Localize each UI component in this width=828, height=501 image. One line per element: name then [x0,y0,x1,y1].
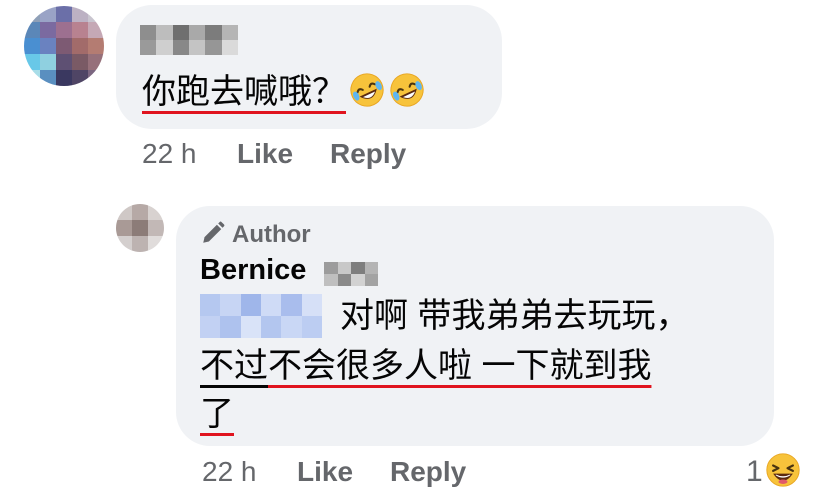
comment-text: 你跑去喊哦？ [142,63,426,121]
pencil-icon [203,221,225,243]
reaction-count: 1 [746,455,763,488]
comment-like-button[interactable]: Like [237,138,293,170]
reply-like-button[interactable]: Like [297,456,353,488]
reply-text-segment-highlighted: 了 [200,395,234,433]
reply-reply-button[interactable]: Reply [390,456,466,488]
author-badge-label: Author [232,221,311,248]
commenter-avatar[interactable] [24,6,104,86]
reply-text-line-3: 了 [200,390,234,438]
reply-text-segment: 不过 [200,347,268,385]
reply-text-segment-highlighted: 不会很多人啦 一下就到我 [268,347,652,385]
reply-text-line-2: 不过不会很多人啦 一下就到我 [200,342,651,390]
mention-tag-redacted[interactable] [200,294,322,338]
author-name[interactable]: Bernice [200,254,306,287]
commenter-name-redacted [140,25,238,55]
reply-timestamp[interactable]: 22 h [202,456,257,487]
comment-actions: 22 h Like Reply [142,138,406,170]
reaction-summary[interactable]: 1 [746,452,801,489]
comment-body: 你跑去喊哦？ [142,73,346,111]
comment-reply-button[interactable]: Reply [330,138,406,170]
laughing-emoji-icon [766,453,800,487]
rofl-emoji-icon [390,73,424,107]
rofl-emoji-icon [350,73,384,107]
author-surname-redacted [324,262,378,286]
author-avatar[interactable] [116,204,164,252]
reply-actions: 22 h Like Reply [202,456,466,488]
comment-bubble: 你跑去喊哦？ [116,5,502,129]
author-badge: Author [200,220,311,249]
comment-timestamp[interactable]: 22 h [142,138,197,169]
reply-text-line-1: 对啊 带我弟弟去玩玩， [340,297,690,335]
reply-bubble: Author Bernice 对啊 带我弟弟去玩玩， 不过不会很多人啦 一下就到… [176,206,774,446]
